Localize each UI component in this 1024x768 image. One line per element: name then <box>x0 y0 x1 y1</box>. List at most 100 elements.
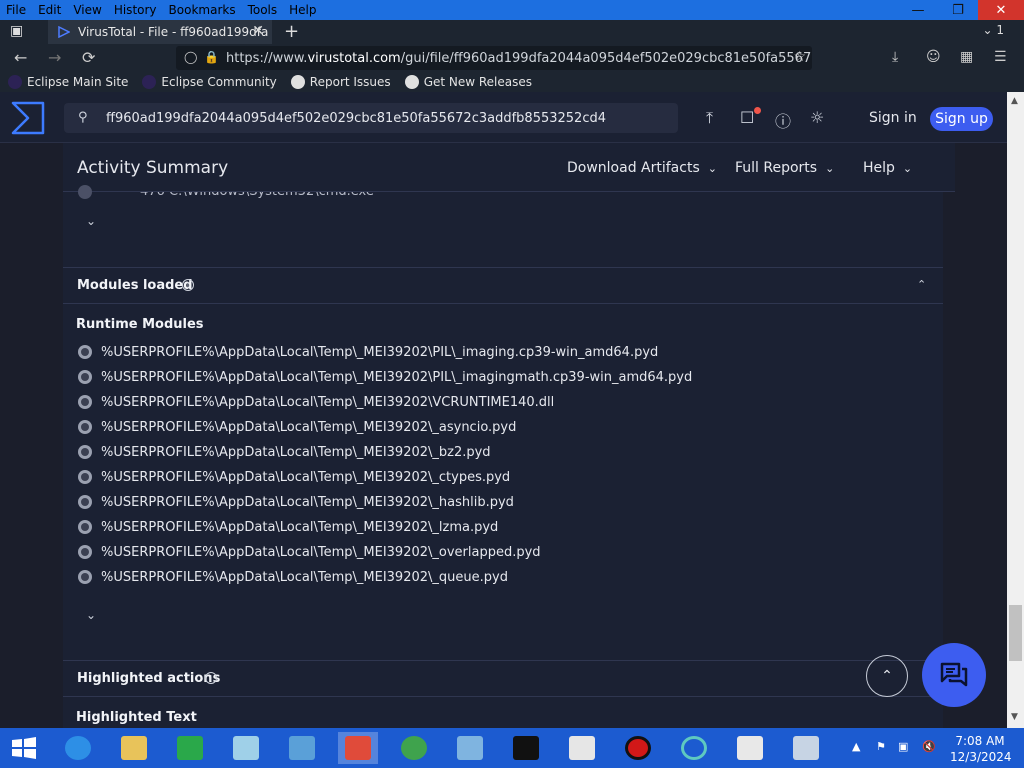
chevron-down-icon: ⌄ <box>825 162 835 175</box>
document-viewer-icon[interactable] <box>562 732 602 764</box>
scroll-up-icon[interactable]: ▲ <box>1011 96 1018 106</box>
module-item: %USERPROFILE%\AppData\Local\Temp\_MEI392… <box>78 443 491 461</box>
reload-icon[interactable]: ⟳ <box>82 48 95 67</box>
minimize-icon[interactable]: — <box>898 0 938 20</box>
shield-icon[interactable]: ◯ <box>184 50 197 64</box>
image-viewer-icon[interactable] <box>282 732 322 764</box>
module-icon <box>78 395 92 409</box>
scroll-down-icon[interactable]: ▼ <box>1011 712 1018 722</box>
firefox-taskbar-icon[interactable] <box>338 732 378 764</box>
menu-history[interactable]: History <box>108 3 163 17</box>
windows-taskbar: ▲ ⚑ ▣ 🔇 <box>0 728 1024 768</box>
control-panel-icon[interactable] <box>450 732 490 764</box>
command-prompt-icon[interactable] <box>506 732 546 764</box>
menu-help[interactable]: Help <box>283 3 322 17</box>
url-bar[interactable]: ◯ 🔒 https://www. virustotal.com/gui/file/… <box>176 46 812 70</box>
start-button[interactable] <box>4 732 44 764</box>
module-item: %USERPROFILE%\AppData\Local\Temp\_MEI392… <box>78 468 510 486</box>
virtualbox-icon[interactable] <box>730 732 770 764</box>
full-reports-menu[interactable]: Full Reports ⌄ <box>735 160 834 176</box>
tray-overflow-icon[interactable]: ▲ <box>852 740 860 753</box>
menu-view[interactable]: View <box>67 3 107 17</box>
close-window-icon[interactable]: ✕ <box>978 0 1024 20</box>
list-all-tabs-icon[interactable]: ⌄ 1 <box>982 23 1004 37</box>
new-tab-icon[interactable]: + <box>284 21 299 42</box>
windows-logo-icon <box>12 737 36 759</box>
module-item: %USERPROFILE%\AppData\Local\Temp\_MEI392… <box>78 518 498 536</box>
account-icon[interactable]: ☺ <box>926 49 941 65</box>
downloads-icon[interactable]: ⤓ <box>892 49 898 65</box>
task-manager-icon[interactable] <box>786 732 826 764</box>
collapse-chevron-up-icon[interactable]: ⌃ <box>917 278 926 291</box>
upload-icon[interactable]: ⤒ <box>706 108 713 128</box>
notification-dot <box>754 107 761 114</box>
sign-in-link[interactable]: Sign in <box>869 110 917 126</box>
info-icon[interactable]: i <box>182 279 194 291</box>
extensions-icon[interactable]: ▦ <box>960 49 973 65</box>
tab-virustotal[interactable]: VirusTotal - File - ff960ad199dfa ✕ <box>48 20 272 44</box>
info-icon[interactable]: i <box>205 672 217 684</box>
theme-sun-icon[interactable]: ☼ <box>810 108 824 127</box>
tabs-count: 1 <box>996 23 1004 37</box>
virustotal-logo-icon[interactable] <box>10 100 46 136</box>
help-circle-icon[interactable]: ⓘ <box>775 108 791 132</box>
bookmarks-bar: Eclipse Main Site Eclipse Community Repo… <box>0 72 1024 92</box>
download-artifacts-menu[interactable]: Download Artifacts ⌄ <box>567 160 717 176</box>
menu-bookmarks[interactable]: Bookmarks <box>163 3 242 17</box>
module-item: %USERPROFILE%\AppData\Local\Temp\_MEI392… <box>78 343 658 361</box>
eclipse-icon <box>142 75 157 89</box>
file-explorer-icon[interactable] <box>114 732 154 764</box>
sign-up-button[interactable]: Sign up <box>930 107 993 131</box>
bookmark-get-new-releases[interactable]: Get New Releases <box>404 75 532 89</box>
tab-title: VirusTotal - File - ff960ad199dfa <box>78 25 269 39</box>
restore-icon[interactable]: ❐ <box>938 0 978 20</box>
section-divider <box>63 267 943 268</box>
menu-tools[interactable]: Tools <box>242 3 284 17</box>
menu-edit[interactable]: Edit <box>32 3 67 17</box>
flag-icon[interactable]: ⚑ <box>876 740 886 753</box>
url-path: /gui/file/ff960ad199dfa2044a095d4ef502e0… <box>400 50 812 66</box>
expand-processes-chevron-icon[interactable]: ⌄ <box>86 214 96 228</box>
url-domain: virustotal.com <box>307 50 401 66</box>
vt-header: ⚲ ff960ad199dfa2044a095d4ef502e029cbc81e… <box>0 92 1007 143</box>
help-menu[interactable]: Help ⌄ <box>863 160 912 176</box>
module-icon <box>78 345 92 359</box>
network-icon[interactable]: ▣ <box>898 740 908 753</box>
scroll-to-top-button[interactable]: ⌃ <box>866 655 908 697</box>
bookmark-eclipse-community[interactable]: Eclipse Community <box>142 75 277 89</box>
forward-arrow-icon[interactable]: → <box>48 48 61 67</box>
module-icon <box>78 570 92 584</box>
expand-modules-chevron-icon[interactable]: ⌄ <box>86 608 96 622</box>
module-icon <box>78 420 92 434</box>
notifications-icon[interactable]: ☐ <box>740 108 754 127</box>
bookmark-eclipse-main[interactable]: Eclipse Main Site <box>8 75 128 89</box>
store-icon[interactable] <box>170 732 210 764</box>
tab-list-icon[interactable]: ▣ <box>10 23 23 39</box>
bookmark-report-issues[interactable]: Report Issues <box>290 75 391 89</box>
search-input[interactable]: ⚲ ff960ad199dfa2044a095d4ef502e029cbc81e… <box>64 103 678 133</box>
search-icon: ⚲ <box>78 110 88 125</box>
chat-support-button[interactable] <box>922 643 986 707</box>
section-divider <box>63 303 943 304</box>
lock-icon[interactable]: 🔒 <box>204 50 219 64</box>
chevron-down-icon: ⌄ <box>902 162 913 175</box>
taskbar-clock[interactable]: 7:08 AM 12/3/2024 <box>950 733 1012 765</box>
hamburger-menu-icon[interactable]: ☰ <box>994 49 1007 65</box>
nav-bar: ← → ⟳ ◯ 🔒 https://www. virustotal.com/gui… <box>0 44 1024 72</box>
wireshark-icon[interactable] <box>674 732 714 764</box>
record-icon[interactable] <box>618 732 658 764</box>
scrollbar-thumb[interactable] <box>1009 605 1022 661</box>
back-arrow-icon[interactable]: ← <box>14 48 27 67</box>
url-prefix: https://www. <box>226 50 308 66</box>
tab-bar: ▣ VirusTotal - File - ff960ad199dfa ✕ + … <box>0 20 1024 44</box>
menu-file[interactable]: File <box>0 3 32 17</box>
volume-muted-icon[interactable]: 🔇 <box>922 740 936 753</box>
bookmark-star-icon[interactable]: ☆ <box>793 49 806 65</box>
notepad-icon[interactable] <box>226 732 266 764</box>
module-icon <box>78 445 92 459</box>
internet-explorer-icon[interactable] <box>58 732 98 764</box>
page-scrollbar[interactable]: ▲ ▼ <box>1007 92 1024 728</box>
tab-close-icon[interactable]: ✕ <box>252 23 264 39</box>
activity-summary-title: Activity Summary <box>77 158 229 178</box>
network-globe-icon[interactable] <box>394 732 434 764</box>
